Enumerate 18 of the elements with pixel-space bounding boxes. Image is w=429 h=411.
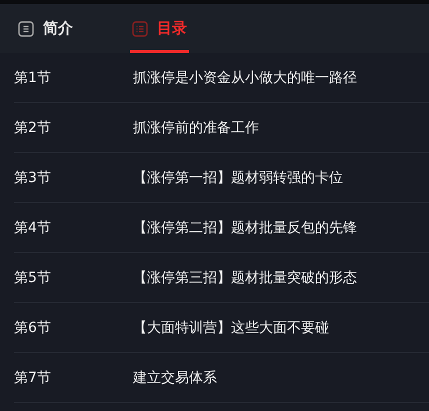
chapter-title[interactable]: 建立交易体系 xyxy=(133,368,217,386)
chapter-title[interactable]: 【大面特训营】这些大面不要碰 xyxy=(133,318,329,336)
chapter-title[interactable]: 【涨停第二招】题材批量反包的先锋 xyxy=(133,218,357,236)
tab[interactable]: 简介 xyxy=(16,4,75,53)
chapter-number: 第2节 xyxy=(14,118,52,136)
chapter-number: 第4节 xyxy=(14,218,52,236)
chapter-number: 第6节 xyxy=(14,318,52,336)
chapter-title[interactable]: 【涨停第一招】题材弱转强的卡位 xyxy=(133,168,343,186)
chapter-title[interactable]: 【涨停第三招】题材批量突破的形态 xyxy=(133,268,357,286)
chapter-number: 第5节 xyxy=(14,268,52,286)
chapter-number: 第7节 xyxy=(14,368,52,386)
list-icon xyxy=(18,20,34,36)
list-icon xyxy=(132,20,148,36)
chapter-number: 第1节 xyxy=(14,68,52,86)
chapter-number: 第3节 xyxy=(14,168,52,186)
tab[interactable]: 目录 xyxy=(130,4,189,53)
chapter-title[interactable]: 抓涨停是小资金从小做大的唯一路径 xyxy=(133,68,357,86)
chapter-title[interactable]: 抓涨停前的准备工作 xyxy=(133,118,259,136)
